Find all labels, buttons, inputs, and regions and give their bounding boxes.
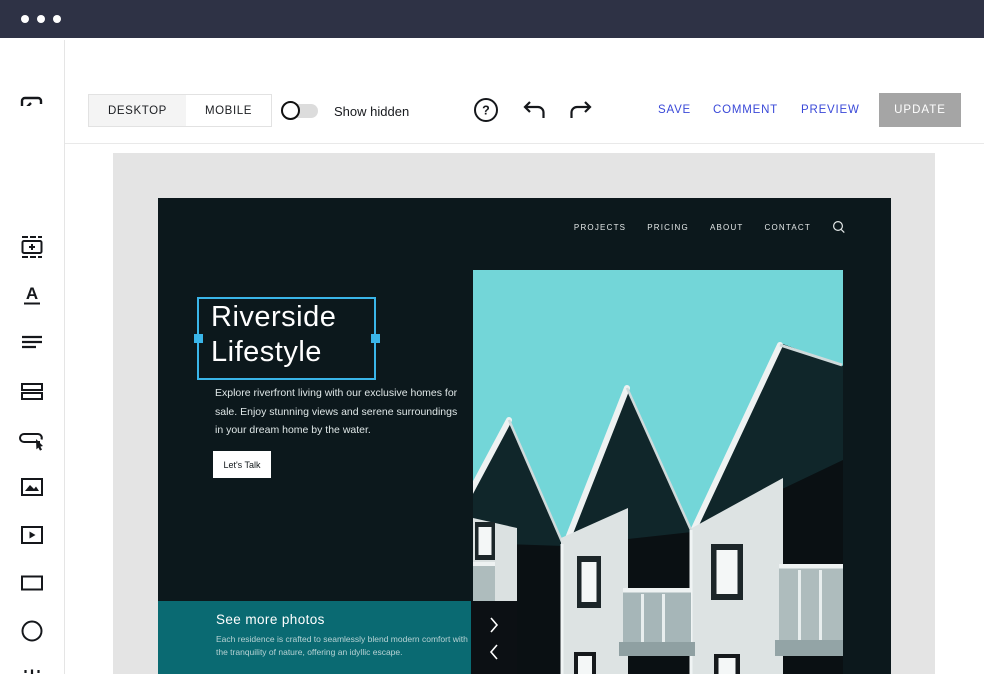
hero-heading[interactable]: Riverside Lifestyle (211, 300, 336, 370)
nav-item-pricing[interactable]: PRICING (647, 223, 689, 232)
window-dot-icon (21, 15, 29, 23)
lets-talk-button[interactable]: Let's Talk (213, 451, 271, 478)
prev-arrow-icon[interactable] (489, 643, 499, 661)
nav-item-about[interactable]: ABOUT (710, 223, 744, 232)
update-button[interactable]: UPDATE (879, 93, 961, 127)
window-dot-icon (53, 15, 61, 23)
svg-text:A: A (26, 284, 38, 303)
ellipse-shape-button[interactable] (18, 617, 46, 645)
selection-handle-right[interactable] (371, 334, 380, 343)
window-titlebar (0, 0, 984, 38)
redo-button[interactable] (568, 98, 594, 122)
rectangle-icon (19, 570, 45, 596)
paragraph-icon (19, 330, 45, 356)
photos-panel-description: Each residence is crafted to seamlessly … (216, 633, 472, 659)
video-icon (19, 522, 45, 548)
text-element-button[interactable]: A (18, 281, 46, 309)
elements-sidebar: A (0, 106, 64, 674)
button-element-button[interactable] (18, 425, 46, 453)
save-button[interactable]: SAVE (658, 104, 691, 116)
spacer-element-button[interactable] (18, 665, 46, 674)
add-section-icon (19, 234, 45, 260)
redo-icon (568, 98, 594, 122)
image-icon (19, 474, 45, 500)
ellipse-icon (19, 618, 45, 644)
photos-panel-title: See more photos (216, 612, 471, 627)
svg-text:?: ? (482, 104, 490, 118)
help-button[interactable]: ? (473, 97, 499, 123)
app-window: DESKTOP MOBILE Show hidden ? (0, 0, 984, 674)
hero-photo[interactable] (473, 270, 843, 674)
search-icon[interactable] (832, 220, 846, 234)
houses-photo-graphic (473, 270, 843, 674)
paragraph-element-button[interactable] (18, 329, 46, 357)
rows-icon (19, 378, 45, 404)
rows-element-button[interactable] (18, 377, 46, 405)
device-toggle-mobile[interactable]: MOBILE (186, 95, 271, 126)
toolbar-divider (65, 143, 984, 144)
photos-panel[interactable]: See more photos Each residence is crafte… (158, 601, 471, 674)
show-hidden-toggle[interactable] (281, 100, 321, 121)
editor-toolbar: DESKTOP MOBILE Show hidden ? (0, 38, 984, 106)
help-icon: ? (473, 97, 499, 123)
nav-item-contact[interactable]: CONTACT (765, 223, 811, 232)
hero-section[interactable]: PROJECTS PRICING ABOUT CONTACT (158, 198, 891, 674)
show-hidden-label: Show hidden (334, 104, 409, 119)
selection-handle-left[interactable] (194, 334, 203, 343)
site-nav: PROJECTS PRICING ABOUT CONTACT (574, 220, 846, 234)
add-section-button[interactable] (18, 233, 46, 261)
sidebar-divider (64, 40, 65, 674)
spacer-icon (19, 666, 45, 674)
image-element-button[interactable] (18, 473, 46, 501)
video-element-button[interactable] (18, 521, 46, 549)
device-toggle-desktop[interactable]: DESKTOP (89, 95, 186, 126)
nav-item-projects[interactable]: PROJECTS (574, 223, 626, 232)
comment-button[interactable]: COMMENT (713, 104, 778, 116)
hero-paragraph[interactable]: Explore riverfront living with our exclu… (215, 384, 461, 440)
undo-button[interactable] (521, 98, 547, 122)
undo-icon (521, 98, 547, 122)
window-dot-icon (37, 15, 45, 23)
toggle-knob (281, 101, 300, 120)
preview-button[interactable]: PREVIEW (801, 104, 860, 116)
rectangle-shape-button[interactable] (18, 569, 46, 597)
button-icon (18, 426, 46, 452)
device-toggle: DESKTOP MOBILE (88, 94, 272, 127)
editor-canvas[interactable]: PROJECTS PRICING ABOUT CONTACT (113, 153, 935, 674)
carousel-nav (471, 601, 517, 674)
next-arrow-icon[interactable] (489, 616, 499, 634)
text-icon: A (19, 282, 45, 308)
